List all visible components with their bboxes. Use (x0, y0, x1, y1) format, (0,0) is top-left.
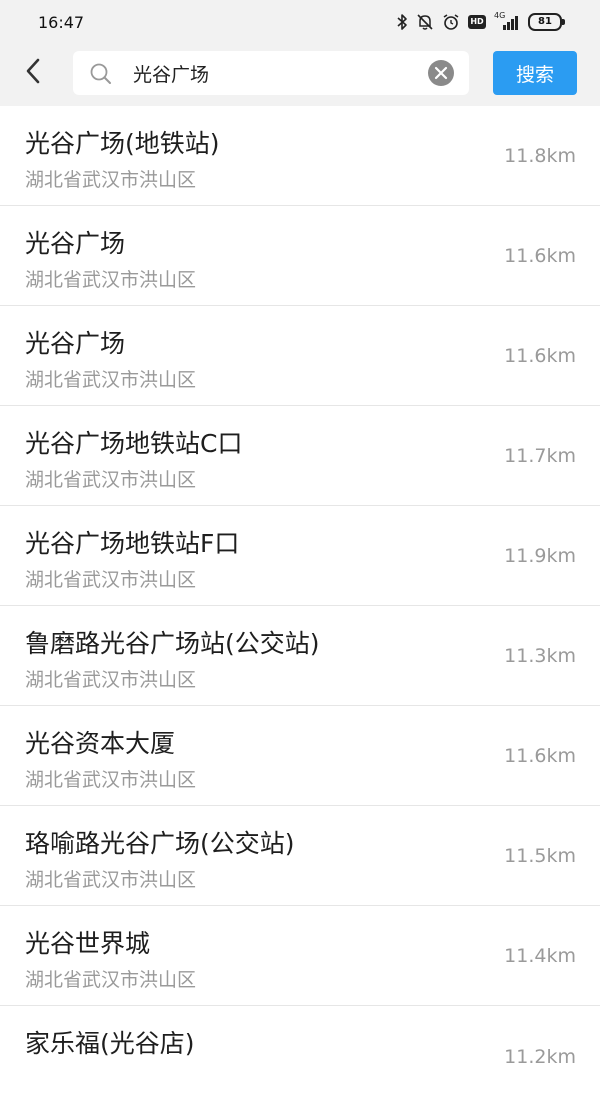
network-label: 4G (494, 11, 506, 20)
bluetooth-icon (396, 13, 408, 31)
search-icon (89, 62, 113, 90)
mute-icon (416, 13, 434, 31)
place-name: 光谷广场(地铁站) (25, 129, 220, 158)
result-list: 光谷广场(地铁站) 湖北省武汉市洪山区 11.8km 光谷广场 湖北省武汉市洪山… (0, 106, 600, 1106)
place-name: 光谷广场地铁站F口 (25, 529, 240, 558)
place-name: 光谷广场地铁站C口 (25, 429, 243, 458)
list-item[interactable]: 光谷世界城 湖北省武汉市洪山区 11.4km (0, 906, 600, 1006)
status-time: 16:47 (38, 13, 85, 32)
place-name: 鲁磨路光谷广场站(公交站) (25, 629, 320, 658)
list-item[interactable]: 光谷广场 湖北省武汉市洪山区 11.6km (0, 206, 600, 306)
place-address: 湖北省武汉市洪山区 (25, 769, 197, 791)
place-name: 光谷资本大厦 (25, 729, 176, 758)
status-bar: 16:47 HD 4G 81 (0, 0, 600, 40)
place-address: 湖北省武汉市洪山区 (25, 569, 197, 591)
place-distance: 11.8km (504, 145, 576, 167)
list-item[interactable]: 光谷广场地铁站F口 湖北省武汉市洪山区 11.9km (0, 506, 600, 606)
place-distance: 11.4km (504, 945, 576, 967)
hd-icon: HD (468, 15, 486, 29)
place-address: 湖北省武汉市洪山区 (25, 169, 197, 191)
place-distance: 11.6km (504, 345, 576, 367)
search-header: 搜索 (0, 40, 600, 106)
place-distance: 11.7km (504, 445, 576, 467)
place-name: 光谷世界城 (25, 929, 151, 958)
place-address: 湖北省武汉市洪山区 (25, 269, 197, 291)
back-button[interactable] (14, 54, 52, 92)
place-distance: 11.5km (504, 845, 576, 867)
place-name: 光谷广场 (25, 229, 126, 258)
status-icons: HD 4G 81 (396, 11, 565, 32)
list-item[interactable]: 光谷广场地铁站C口 湖北省武汉市洪山区 11.7km (0, 406, 600, 506)
list-item[interactable]: 光谷资本大厦 湖北省武汉市洪山区 11.6km (0, 706, 600, 806)
alarm-icon (442, 13, 460, 31)
place-distance: 11.3km (504, 645, 576, 667)
list-item[interactable]: 鲁磨路光谷广场站(公交站) 湖北省武汉市洪山区 11.3km (0, 606, 600, 706)
search-box[interactable] (73, 51, 469, 95)
place-name: 光谷广场 (25, 329, 126, 358)
place-distance: 11.6km (504, 245, 576, 267)
place-name: 珞喻路光谷广场(公交站) (25, 829, 295, 858)
place-distance: 11.6km (504, 745, 576, 767)
place-address: 湖北省武汉市洪山区 (25, 469, 197, 491)
place-address: 湖北省武汉市洪山区 (25, 369, 197, 391)
place-address: 湖北省武汉市洪山区 (25, 869, 197, 891)
list-item[interactable]: 光谷广场 湖北省武汉市洪山区 11.6km (0, 306, 600, 406)
signal-icon: 4G (494, 11, 520, 31)
list-item[interactable]: 家乐福(光谷店) 11.2km (0, 1006, 600, 1106)
clear-icon[interactable] (427, 59, 455, 87)
place-address: 湖北省武汉市洪山区 (25, 669, 197, 691)
search-button[interactable]: 搜索 (493, 51, 577, 95)
place-distance: 11.2km (504, 1046, 576, 1068)
list-item[interactable]: 光谷广场(地铁站) 湖北省武汉市洪山区 11.8km (0, 106, 600, 206)
chevron-left-icon (23, 57, 43, 89)
list-item[interactable]: 珞喻路光谷广场(公交站) 湖北省武汉市洪山区 11.5km (0, 806, 600, 906)
place-distance: 11.9km (504, 545, 576, 567)
search-input[interactable] (133, 51, 423, 95)
battery-icon: 81 (528, 13, 565, 31)
place-address: 湖北省武汉市洪山区 (25, 969, 197, 991)
place-name: 家乐福(光谷店) (25, 1029, 195, 1058)
